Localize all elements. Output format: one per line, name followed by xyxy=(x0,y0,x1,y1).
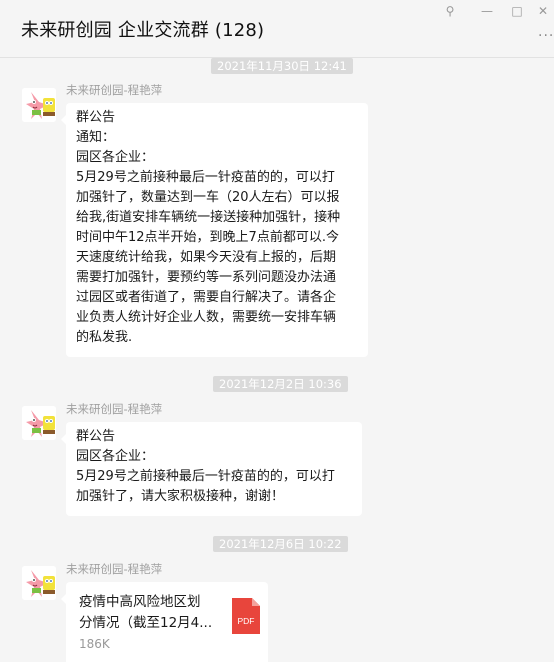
message-line: 园区各企业： xyxy=(76,449,155,464)
message-list[interactable]: 2021年11月30日 12:41 未来研创园-程艳萍 群公告 通知： 园区各企… xyxy=(0,58,554,662)
message-timestamp: 2021年11月30日 12:41 xyxy=(211,58,353,74)
file-message-card[interactable]: 疫情中高风险地区划 分情况（截至12月4... 186K PDF xyxy=(61,582,268,662)
patrick-star-avatar-icon xyxy=(22,88,56,122)
message-line: 时间中午12点半开始，到晚上7点前都可以.今 xyxy=(76,230,339,245)
pin-icon[interactable]: ⚲ xyxy=(439,2,461,20)
sender-avatar[interactable] xyxy=(22,406,56,440)
minimize-icon[interactable]: — xyxy=(476,2,498,20)
pdf-label: PDF xyxy=(238,616,255,626)
file-size: 186K xyxy=(79,637,110,651)
message-timestamp: 2021年12月2日 10:36 xyxy=(213,376,348,392)
message-line: 群公告 xyxy=(76,429,116,444)
close-icon[interactable]: ✕ xyxy=(532,2,554,20)
message-line: 5月29号之前接种最后一针疫苗的的，可以打 xyxy=(76,469,335,484)
chat-header: 未来研创园 企业交流群 (128) ⚲ — □ ✕ ··· xyxy=(0,0,554,58)
message-bubble[interactable]: 群公告 通知： 园区各企业： 5月29号之前接种最后一针疫苗的的，可以打 加强针… xyxy=(61,103,368,357)
message-line: 加强针了，数量达到一车（20人左右）可以报 xyxy=(76,190,340,205)
message-timestamp: 2021年12月6日 10:22 xyxy=(213,536,348,552)
sender-avatar[interactable] xyxy=(22,88,56,122)
message-line: 的私发我. xyxy=(76,330,133,345)
file-name-line: 疫情中高风险地区划 xyxy=(79,594,201,610)
maximize-icon[interactable]: □ xyxy=(506,2,528,20)
patrick-star-avatar-icon xyxy=(22,406,56,440)
sender-name: 未来研创园-程艳萍 xyxy=(66,562,163,576)
message-line: 给我,街道安排车辆统一接送接种加强针，接种 xyxy=(76,210,341,225)
message-bubble[interactable]: 群公告 园区各企业： 5月29号之前接种最后一针疫苗的的，可以打 加强针了，请大… xyxy=(61,422,362,516)
sender-name: 未来研创园-程艳萍 xyxy=(66,402,163,416)
file-name: 疫情中高风险地区划 分情况（截至12月4... xyxy=(79,592,212,634)
message-line: 加强针了，请大家积极接种，谢谢！ xyxy=(76,489,285,504)
patrick-star-avatar-icon xyxy=(22,566,56,600)
message-line: 天速度统计给我，如果今天没有上报的，后期 xyxy=(76,250,337,265)
sender-avatar[interactable] xyxy=(22,566,56,600)
message-line: 园区各企业： xyxy=(76,150,155,165)
message-line: 5月29号之前接种最后一针疫苗的的，可以打 xyxy=(76,170,335,185)
message-line: 需要打加强针，要预约等一系列问题没办法通 xyxy=(76,270,337,285)
message-line: 业负责人统计好企业人数，需要统一安排车辆 xyxy=(76,310,337,325)
message-line: 过园区或者街道了，需要自行解决了。请各企 xyxy=(76,290,337,305)
message-line: 群公告 xyxy=(76,110,116,125)
sender-name: 未来研创园-程艳萍 xyxy=(66,83,163,97)
message-line: 通知： xyxy=(76,130,116,145)
more-options-icon[interactable]: ··· xyxy=(538,28,554,44)
file-name-line: 分情况（截至12月4... xyxy=(79,615,213,631)
chat-title: 未来研创园 企业交流群 (128) xyxy=(21,20,265,41)
pdf-file-icon: PDF xyxy=(232,598,260,634)
chat-window: 未来研创园 企业交流群 (128) ⚲ — □ ✕ ··· 2021年11月30… xyxy=(0,0,554,662)
